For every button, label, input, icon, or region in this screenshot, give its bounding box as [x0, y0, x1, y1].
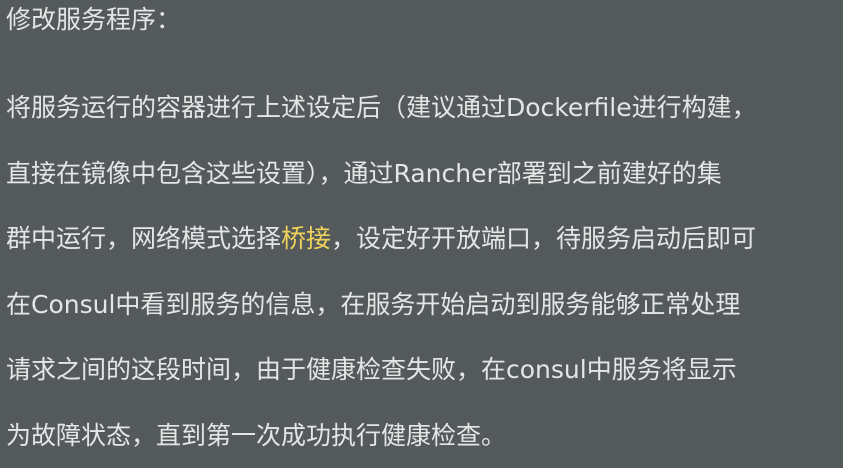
line-text: 在Consul中看到服务的信息，在服务开始启动到服务能够正常处理 — [6, 290, 740, 319]
paragraph-line: 群中运行，网络模式选择桥接，设定好开放端口，待服务启动后即可 — [6, 206, 836, 272]
document-page: 修改服务程序： 将服务运行的容器进行上述设定后（建议通过Dockerfile进行… — [0, 0, 843, 441]
section-heading: 修改服务程序： — [6, 2, 181, 38]
line-text: 为故障状态，直到第一次成功执行健康检查。 — [6, 421, 506, 450]
paragraph-line: 将服务运行的容器进行上述设定后（建议通过Dockerfile进行构建， — [6, 75, 836, 141]
line-text: ，设定好开放端口，待服务启动后即可 — [331, 224, 756, 253]
highlighted-term: 桥接 — [281, 224, 331, 253]
paragraph-line: 请求之间的这段时间，由于健康检查失败，在consul中服务将显示 — [6, 337, 836, 403]
line-text: 请求之间的这段时间，由于健康检查失败，在consul中服务将显示 — [6, 355, 737, 384]
paragraph-line: 为故障状态，直到第一次成功执行健康检查。 — [6, 403, 836, 468]
paragraph-line: 直接在镜像中包含这些设置），通过Rancher部署到之前建好的集 — [6, 141, 836, 207]
line-text: 直接在镜像中包含这些设置），通过Rancher部署到之前建好的集 — [6, 159, 722, 188]
line-text: 将服务运行的容器进行上述设定后（建议通过Dockerfile进行构建， — [6, 93, 757, 122]
paragraph-line: 在Consul中看到服务的信息，在服务开始启动到服务能够正常处理 — [6, 272, 836, 338]
line-text: 群中运行，网络模式选择 — [6, 224, 281, 253]
body-paragraph: 将服务运行的容器进行上述设定后（建议通过Dockerfile进行构建， 直接在镜… — [6, 75, 836, 468]
